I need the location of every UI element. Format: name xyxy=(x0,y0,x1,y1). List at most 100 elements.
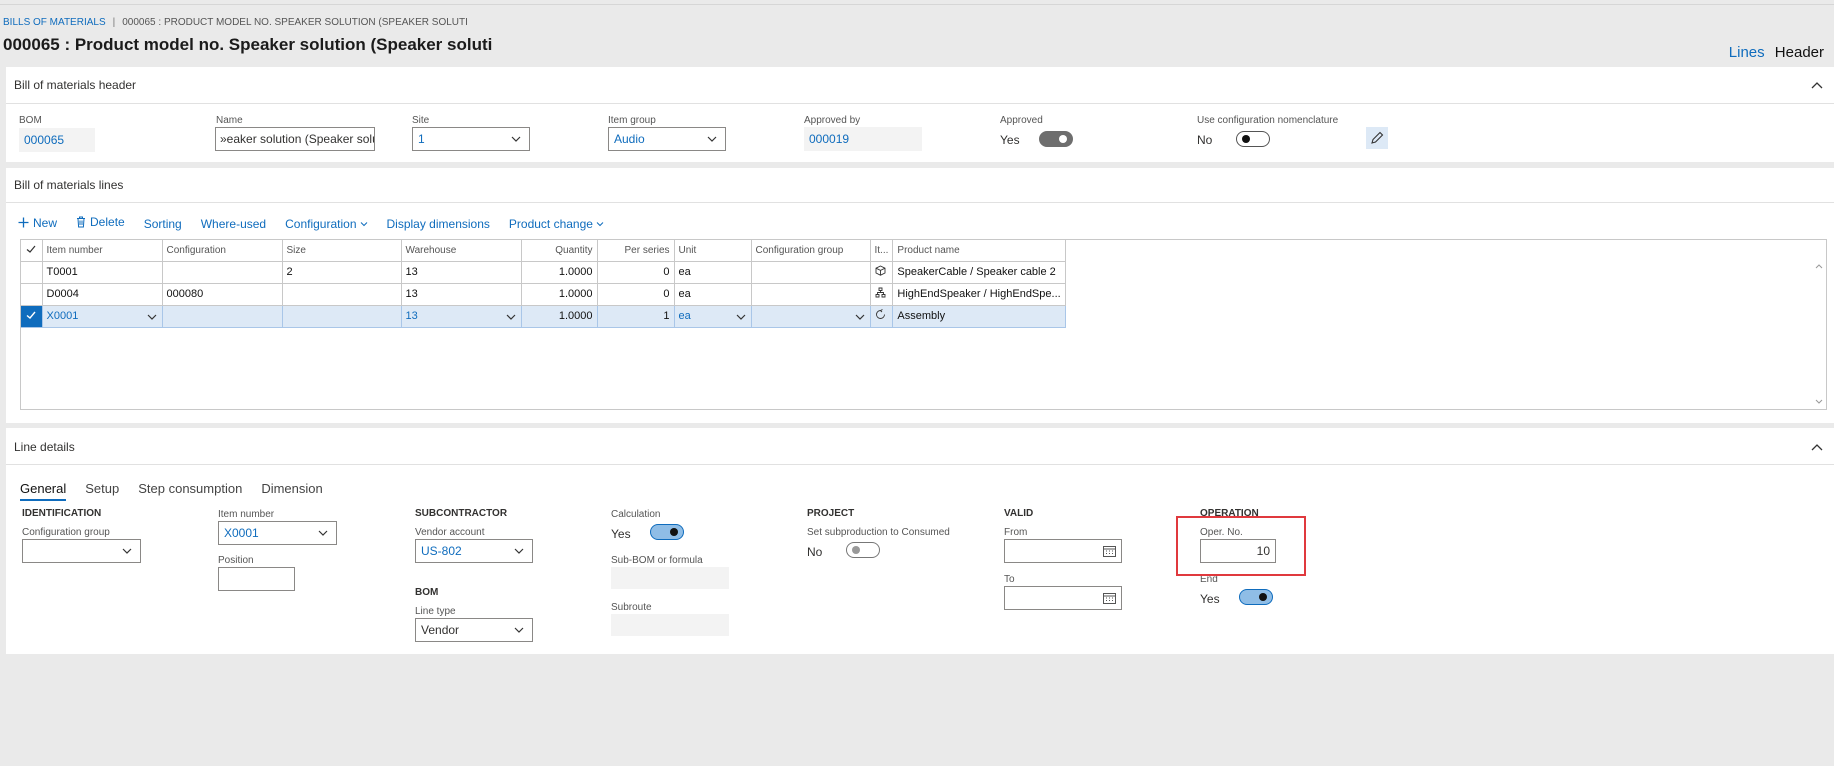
cell-size[interactable]: 2 xyxy=(282,261,402,284)
item-number-select[interactable]: X0001 xyxy=(218,521,337,545)
to-date-input[interactable] xyxy=(1004,586,1122,610)
bom-lines-grid: Item number Configuration Size Warehouse… xyxy=(20,239,1827,410)
cell-warehouse[interactable]: 13 xyxy=(401,283,522,306)
cell-unit[interactable]: ea xyxy=(674,261,752,284)
col-product-name[interactable]: Product name xyxy=(892,240,1066,262)
calculation-value: Yes xyxy=(611,527,631,541)
configuration-menu[interactable]: Configuration xyxy=(285,217,367,231)
end-toggle[interactable] xyxy=(1239,589,1273,605)
col-unit[interactable]: Unit xyxy=(674,240,752,262)
cell-per-series[interactable]: 1 xyxy=(597,305,675,328)
product-change-menu[interactable]: Product change xyxy=(509,217,604,231)
cell-item-type xyxy=(870,261,894,284)
row-select[interactable] xyxy=(21,305,43,328)
row-select[interactable] xyxy=(21,283,43,306)
table-row[interactable]: T0001 2 13 1.0000 0 ea SpeakerCable / Sp… xyxy=(21,261,1066,284)
col-size[interactable]: Size xyxy=(282,240,402,262)
set-subproduction-toggle[interactable] xyxy=(846,542,880,558)
calendar-icon[interactable] xyxy=(1103,545,1116,557)
calculation-toggle[interactable] xyxy=(650,524,684,540)
cell-item-number[interactable]: X0001 xyxy=(42,305,163,328)
use-config-value: No xyxy=(1197,133,1213,147)
col-quantity[interactable]: Quantity xyxy=(521,240,598,262)
col-per-series[interactable]: Per series xyxy=(597,240,675,262)
cell-warehouse[interactable]: 13 xyxy=(401,305,522,328)
delete-button[interactable]: Delete xyxy=(76,215,125,229)
chevron-down-icon[interactable] xyxy=(146,311,158,323)
name-input[interactable]: »eaker solution (Speaker solution) xyxy=(215,127,375,151)
bom-header-title[interactable]: Bill of materials header xyxy=(14,78,136,92)
cell-product-name[interactable]: SpeakerCable / Speaker cable 2 xyxy=(892,261,1066,284)
tab-general[interactable]: General xyxy=(20,481,67,501)
cell-warehouse[interactable]: 13 xyxy=(401,261,522,284)
calendar-icon[interactable] xyxy=(1103,592,1116,604)
sorting-button[interactable]: Sorting xyxy=(144,217,182,231)
site-select[interactable]: 1 xyxy=(412,127,530,151)
cell-configuration[interactable] xyxy=(162,261,283,284)
col-configuration[interactable]: Configuration xyxy=(162,240,283,262)
valid-heading: VALID xyxy=(1004,508,1034,519)
item-group-select[interactable]: Audio xyxy=(608,127,726,151)
cell-quantity[interactable]: 1.0000 xyxy=(521,261,598,284)
cell-item-number[interactable]: T0001 xyxy=(42,261,163,284)
line-details-title[interactable]: Line details xyxy=(14,440,75,454)
cell-configuration[interactable]: 000080 xyxy=(162,283,283,306)
sub-bom-field[interactable] xyxy=(611,567,729,589)
cell-product-name[interactable]: Assembly xyxy=(892,305,1066,328)
tab-dimension[interactable]: Dimension xyxy=(261,481,322,496)
select-all-header[interactable] xyxy=(21,240,43,262)
collapse-chevron-icon[interactable] xyxy=(1810,440,1824,454)
config-group-select[interactable] xyxy=(22,539,141,563)
cell-quantity[interactable]: 1.0000 xyxy=(521,283,598,306)
chevron-down-icon[interactable] xyxy=(854,311,866,323)
approved-by-field[interactable]: 000019 xyxy=(804,127,922,151)
edit-button[interactable] xyxy=(1366,127,1388,149)
col-configuration-group[interactable]: Configuration group xyxy=(751,240,871,262)
display-dimensions-button[interactable]: Display dimensions xyxy=(387,217,490,231)
position-input[interactable] xyxy=(218,567,295,591)
tab-setup[interactable]: Setup xyxy=(85,481,119,496)
table-row[interactable]: D0004 000080 13 1.0000 0 ea HighEndSpeak… xyxy=(21,283,1066,306)
where-used-button[interactable]: Where-used xyxy=(201,217,266,231)
use-config-toggle[interactable] xyxy=(1236,131,1270,147)
bom-field[interactable]: 000065 xyxy=(19,128,95,152)
cell-unit[interactable]: ea xyxy=(674,283,752,306)
cell-quantity[interactable]: 1.0000 xyxy=(521,305,598,328)
cell-configuration-group[interactable] xyxy=(751,283,871,306)
chevron-down-icon[interactable] xyxy=(735,311,747,323)
cell-configuration[interactable] xyxy=(162,305,283,328)
detail-tabs: General Setup Step consumption Dimension xyxy=(20,481,342,501)
bom-lines-title[interactable]: Bill of materials lines xyxy=(14,178,123,192)
subroute-field[interactable] xyxy=(611,614,729,636)
chevron-down-icon xyxy=(707,136,717,142)
vendor-account-select[interactable]: US-802 xyxy=(415,539,533,563)
cell-item-type xyxy=(870,305,894,328)
col-item-type[interactable]: It... xyxy=(870,240,894,262)
line-type-select[interactable]: Vendor xyxy=(415,618,533,642)
cell-product-name[interactable]: HighEndSpeaker / HighEndSpe... xyxy=(892,283,1066,306)
scroll-down-icon[interactable] xyxy=(1814,397,1824,407)
approved-toggle[interactable] xyxy=(1039,131,1073,147)
scroll-up-icon[interactable] xyxy=(1814,261,1824,271)
cell-item-number[interactable]: D0004 xyxy=(42,283,163,306)
cell-per-series[interactable]: 0 xyxy=(597,261,675,284)
cell-size[interactable] xyxy=(282,283,402,306)
col-item-number[interactable]: Item number xyxy=(42,240,163,262)
header-view-link[interactable]: Header xyxy=(1775,44,1824,61)
name-label: Name xyxy=(216,115,243,126)
from-date-input[interactable] xyxy=(1004,539,1122,563)
cell-unit[interactable]: ea xyxy=(674,305,752,328)
cell-per-series[interactable]: 0 xyxy=(597,283,675,306)
tab-step-consumption[interactable]: Step consumption xyxy=(138,481,242,496)
col-warehouse[interactable]: Warehouse xyxy=(401,240,522,262)
row-select[interactable] xyxy=(21,261,43,284)
cell-configuration-group[interactable] xyxy=(751,305,871,328)
table-row-selected[interactable]: X0001 13 1.0000 1 ea Assembly xyxy=(21,305,1066,328)
breadcrumb-root[interactable]: BILLS OF MATERIALS xyxy=(3,17,106,28)
collapse-chevron-icon[interactable] xyxy=(1810,78,1824,92)
lines-view-link[interactable]: Lines xyxy=(1729,44,1765,61)
new-button[interactable]: New xyxy=(18,216,57,230)
cell-configuration-group[interactable] xyxy=(751,261,871,284)
chevron-down-icon[interactable] xyxy=(505,311,517,323)
cell-size[interactable] xyxy=(282,305,402,328)
